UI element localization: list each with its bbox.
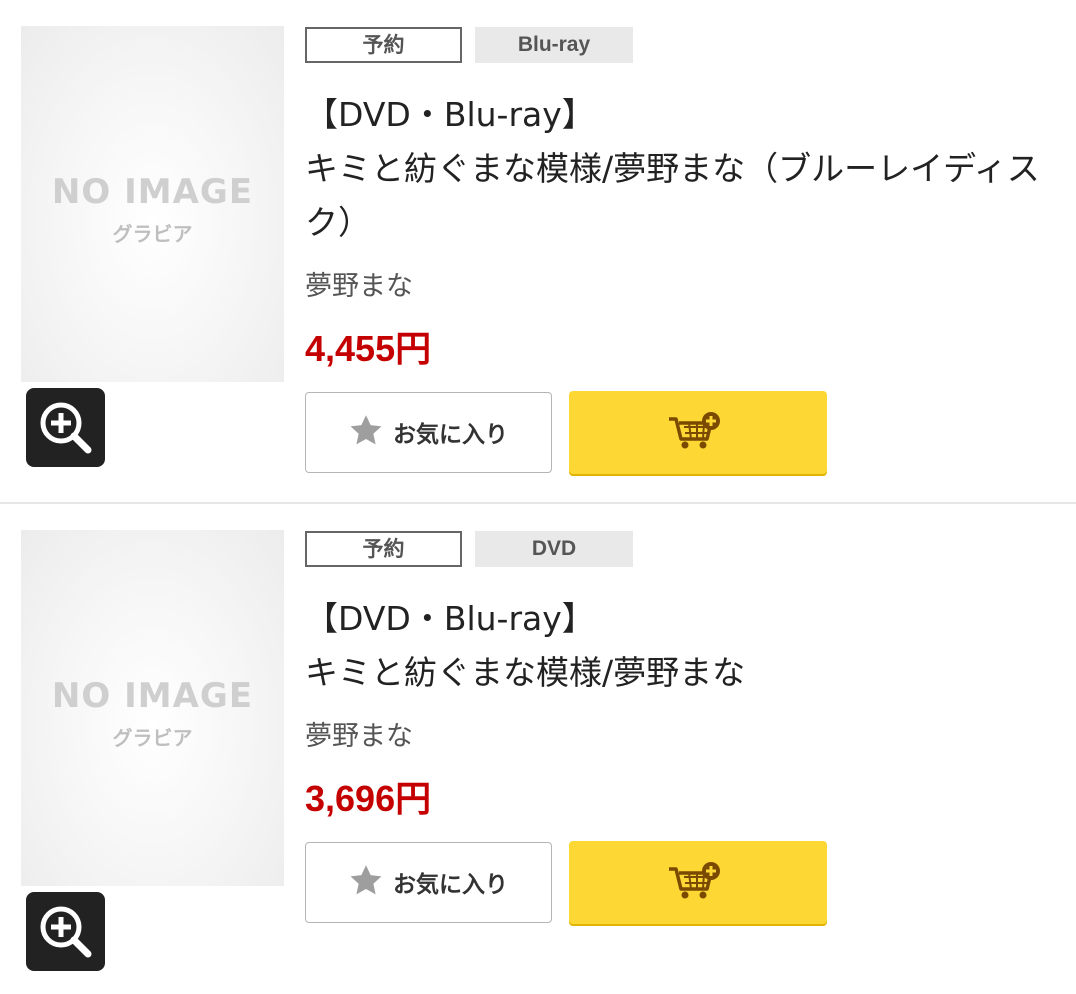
cart-add-icon <box>669 412 720 449</box>
status-badge: 予約 <box>305 27 462 63</box>
price: 4,455円 <box>305 328 432 369</box>
no-image-text: NO IMAGE <box>51 172 254 212</box>
favorite-button[interactable]: お気に入り <box>305 842 552 923</box>
format-badge: Blu-ray <box>475 27 633 63</box>
favorite-button[interactable]: お気に入り <box>305 392 552 473</box>
product-item: NO IMAGE グラビア 予約 DVD 【DVD・Blu-ray】 キミと紡ぐ… <box>0 502 1076 994</box>
artist-name: 夢野まな <box>305 721 413 752</box>
zoom-button[interactable] <box>26 892 105 971</box>
product-thumbnail[interactable]: NO IMAGE グラビア <box>21 26 284 382</box>
add-to-cart-button[interactable] <box>569 391 827 474</box>
product-title[interactable]: 【DVD・Blu-ray】 キミと紡ぐまな模様/夢野まな（ブルーレイディス ク） <box>305 88 1065 250</box>
product-title[interactable]: 【DVD・Blu-ray】 キミと紡ぐまな模様/夢野まな <box>305 592 1065 700</box>
no-image-category: グラビア <box>112 726 193 750</box>
title-line-2: キミと紡ぐまな模様/夢野まな <box>305 653 746 692</box>
zoom-button[interactable] <box>26 388 105 467</box>
zoom-in-icon <box>40 906 92 958</box>
no-image-category: グラビア <box>112 222 193 246</box>
zoom-in-icon <box>40 402 92 454</box>
no-image-text: NO IMAGE <box>51 676 254 716</box>
title-line-2: キミと紡ぐまな模様/夢野まな（ブルーレイディス <box>305 149 1040 188</box>
favorite-label: お気に入り <box>393 872 508 898</box>
title-line-1: 【DVD・Blu-ray】 <box>305 95 595 134</box>
artist-name: 夢野まな <box>305 271 413 302</box>
cart-add-icon <box>669 862 720 899</box>
star-icon <box>350 865 382 895</box>
status-badge: 予約 <box>305 531 462 567</box>
price: 3,696円 <box>305 778 432 819</box>
product-thumbnail[interactable]: NO IMAGE グラビア <box>21 530 284 886</box>
title-line-1: 【DVD・Blu-ray】 <box>305 599 595 638</box>
favorite-label: お気に入り <box>393 422 508 448</box>
format-badge: DVD <box>475 531 633 567</box>
add-to-cart-button[interactable] <box>569 841 827 924</box>
product-item: NO IMAGE グラビア 予約 Blu-ray 【DVD・Blu-ray】 キ… <box>0 0 1076 502</box>
star-icon <box>350 415 382 445</box>
title-line-3: ク） <box>305 203 371 242</box>
